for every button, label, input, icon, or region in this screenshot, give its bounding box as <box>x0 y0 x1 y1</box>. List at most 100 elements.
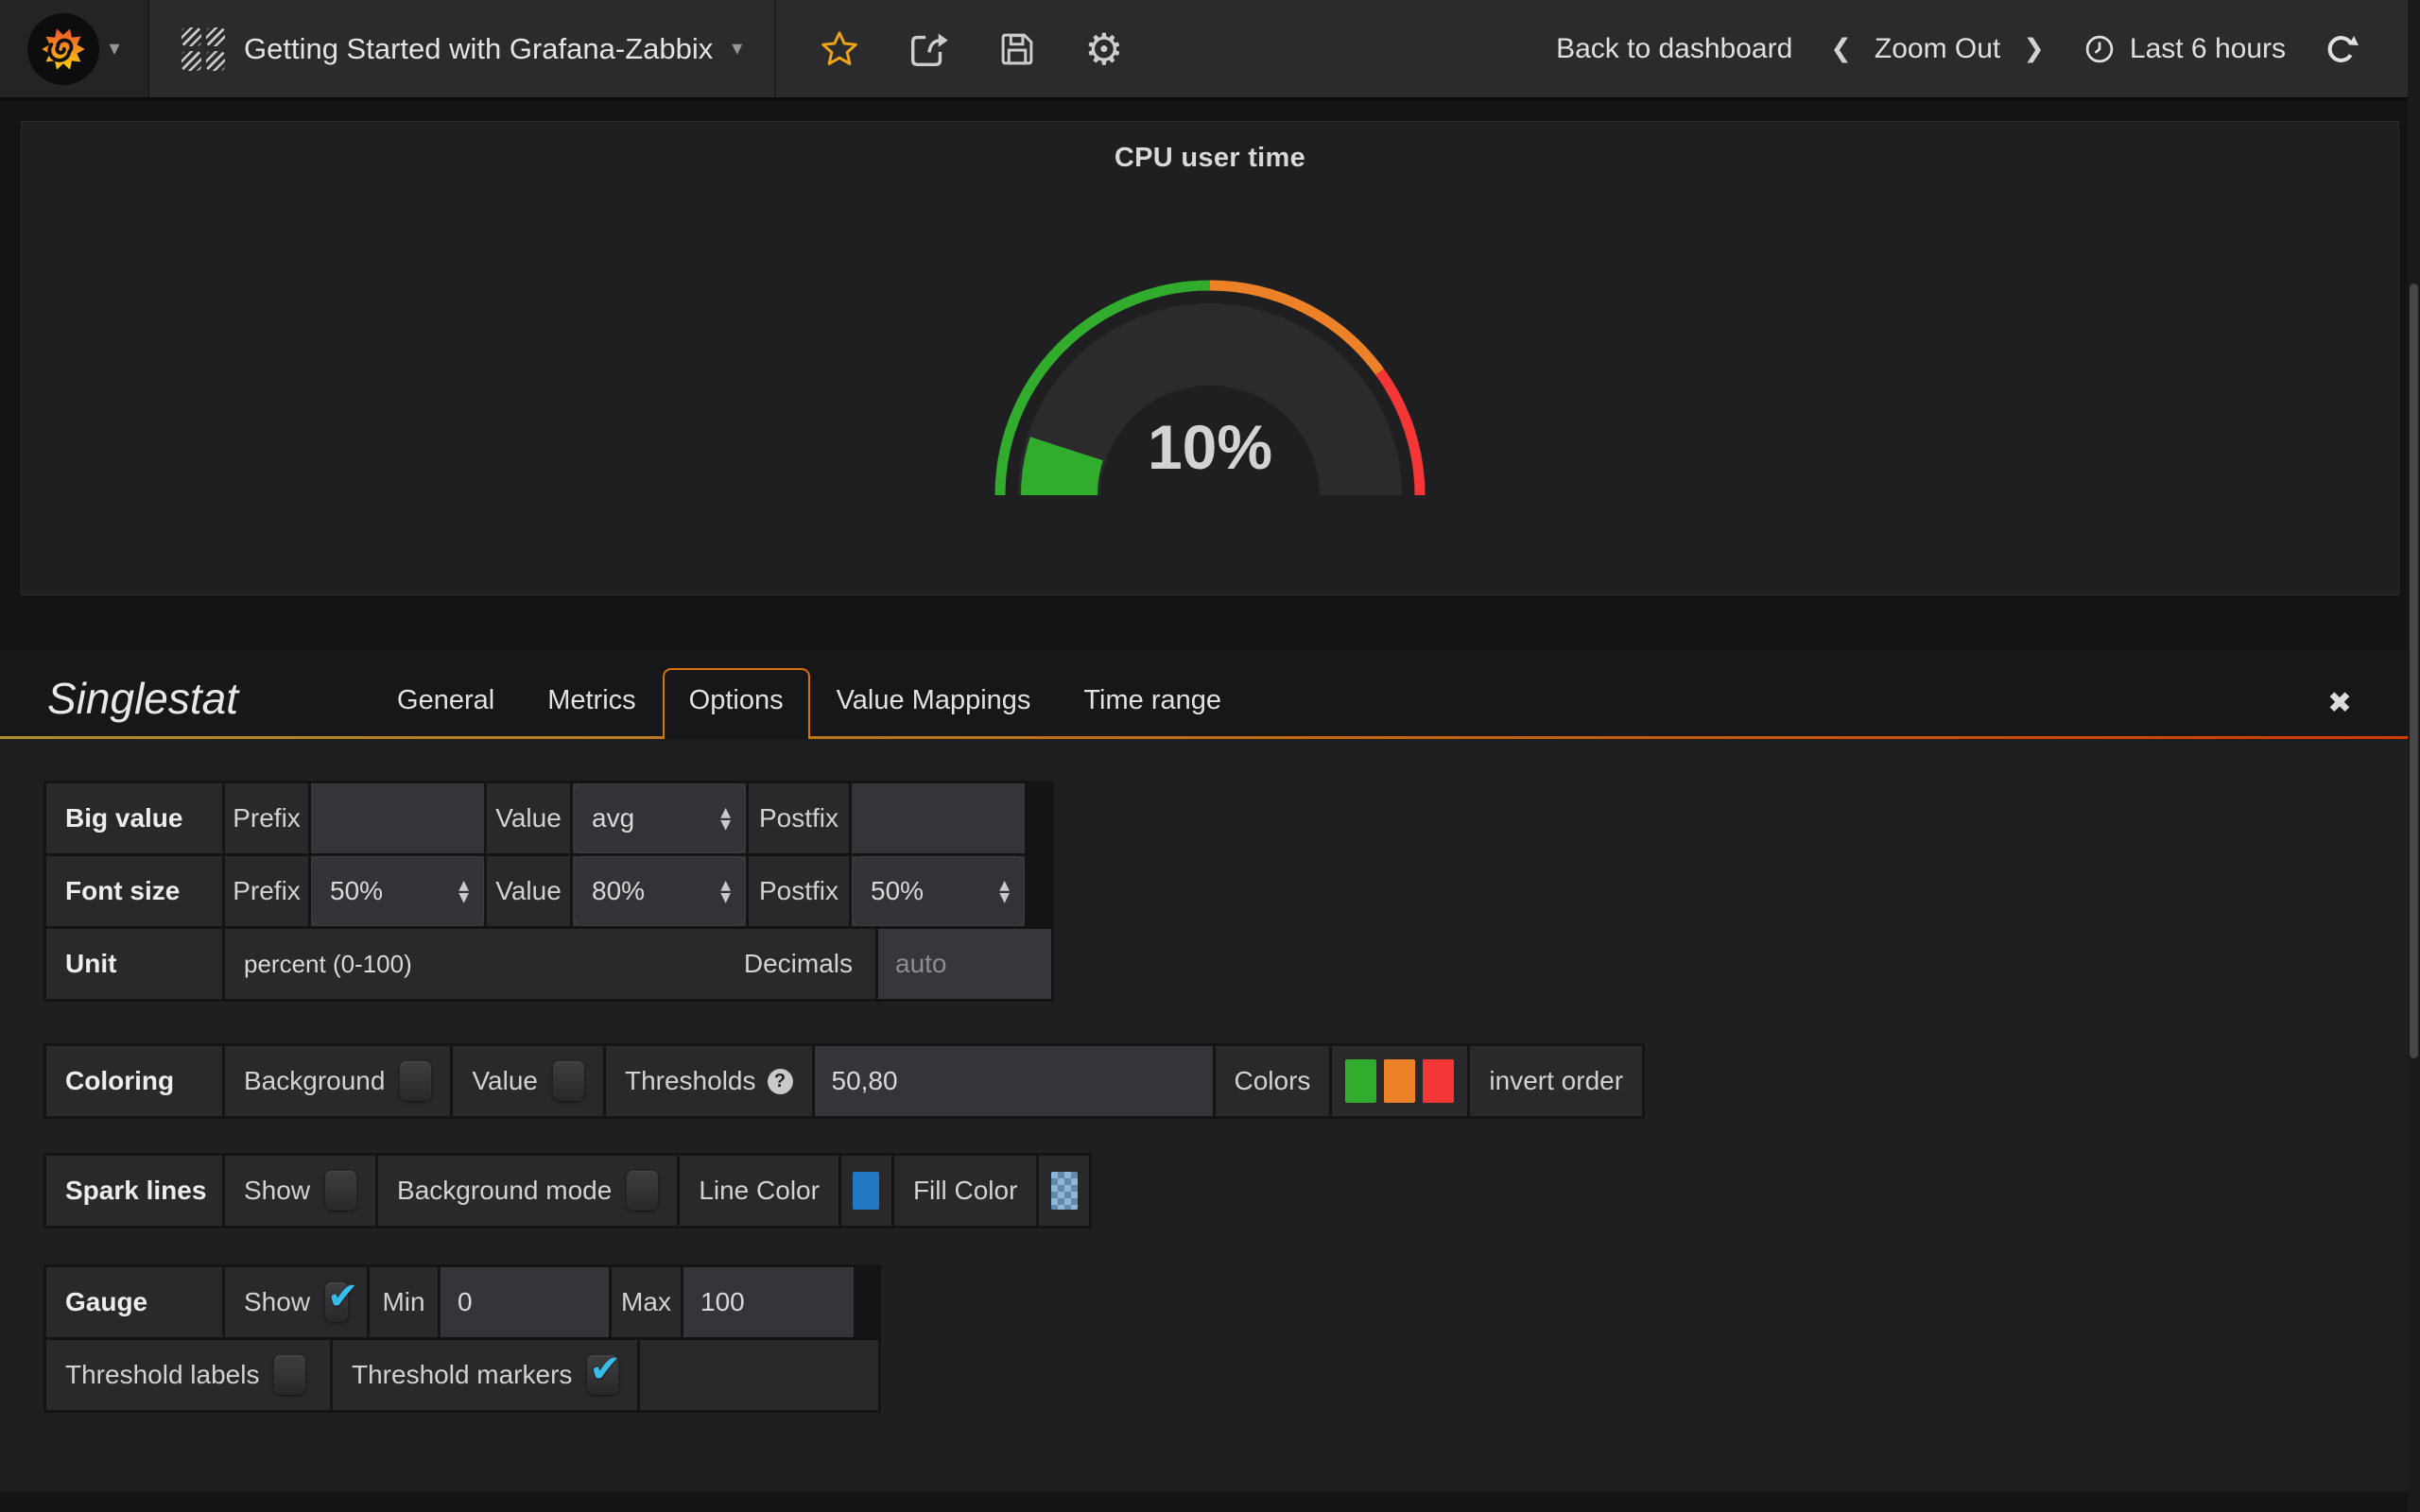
gauge-show-checkbox[interactable] <box>325 1282 348 1322</box>
settings-button[interactable]: ⚙ <box>1084 27 1123 71</box>
min-label: Min <box>370 1267 438 1337</box>
big-value-row: Big value Prefix Value avg ▲▼ Postfix <box>46 783 1051 853</box>
threshold-color-swatch-orange[interactable] <box>1384 1059 1415 1103</box>
value-label: Value <box>487 856 570 926</box>
show-label: Show <box>244 1176 310 1206</box>
gauge-section: Gauge Show Min Max Threshold labels Thre… <box>43 1264 881 1413</box>
threshold-markers-label: Threshold markers <box>352 1360 572 1390</box>
editor-panel-type: Singlestat <box>47 673 238 739</box>
gauge-show-label: Show <box>244 1287 310 1317</box>
select-arrows-icon: ▲▼ <box>999 880 1010 903</box>
back-to-dashboard-button[interactable]: Back to dashboard <box>1556 33 1792 65</box>
prefix-label: Prefix <box>225 783 308 853</box>
postfix-label: Postfix <box>749 856 849 926</box>
unit-picker[interactable]: percent (0-100) <box>244 950 412 979</box>
postfix-label: Postfix <box>749 783 849 853</box>
chevron-down-icon: ▾ <box>732 37 742 60</box>
refresh-button[interactable] <box>2324 31 2360 67</box>
color-swatches <box>1332 1046 1467 1116</box>
big-value-label: Big value <box>46 783 222 853</box>
postfix-font-size-select[interactable]: 50% ▲▼ <box>852 856 1025 926</box>
time-picker-button[interactable]: Last 6 hours <box>2083 32 2286 66</box>
spark-lines-section: Spark lines Show Background mode Line Co… <box>43 1153 1092 1228</box>
zoom-out-button[interactable]: Zoom Out <box>1875 33 2000 65</box>
invert-order-button[interactable]: invert order <box>1470 1046 1642 1116</box>
navbar-actions: ⚙ <box>776 0 1167 97</box>
threshold-labels-checkbox[interactable] <box>274 1355 305 1395</box>
select-arrows-icon: ▲▼ <box>458 880 469 903</box>
unit-label: Unit <box>46 929 222 999</box>
value-options-section: Big value Prefix Value avg ▲▼ Postfix Fo… <box>43 781 1054 1002</box>
star-button[interactable] <box>820 29 859 69</box>
tab-metrics[interactable]: Metrics <box>521 668 662 739</box>
help-icon[interactable] <box>768 1069 793 1094</box>
tab-time-range[interactable]: Time range <box>1057 668 1248 739</box>
max-label: Max <box>612 1267 681 1337</box>
time-shift-forward-icon[interactable]: ❯ <box>2023 34 2045 63</box>
save-button[interactable] <box>997 29 1037 69</box>
navbar-right: Back to dashboard ❮ Zoom Out ❯ Last 6 ho… <box>1556 0 2420 97</box>
min-input[interactable] <box>441 1267 609 1337</box>
prefix-label: Prefix <box>225 856 308 926</box>
coloring-section: Coloring Background Value Thresholds Col… <box>43 1043 1645 1119</box>
background-checkbox[interactable] <box>400 1061 431 1101</box>
navbar: ▾ Getting Started with Grafana-Zabbix ▾ … <box>0 0 2420 100</box>
options-tab-content: Big value Prefix Value avg ▲▼ Postfix Fo… <box>0 739 2420 1491</box>
threshold-labels-label: Threshold labels <box>65 1360 259 1390</box>
spark-lines-row: Spark lines Show Background mode Line Co… <box>46 1156 1089 1226</box>
empty-cell <box>640 1340 878 1410</box>
fill-color-label: Fill Color <box>894 1156 1036 1226</box>
background-label: Background <box>244 1066 385 1096</box>
time-shift-back-icon[interactable]: ❮ <box>1830 34 1852 63</box>
panel-title[interactable]: CPU user time <box>1115 143 1305 174</box>
dashboard-title-button[interactable]: Getting Started with Grafana-Zabbix ▾ <box>149 0 776 97</box>
background-mode-label: Background mode <box>397 1176 612 1206</box>
gauge-chart: 10% <box>988 204 1432 521</box>
max-input[interactable] <box>683 1267 854 1337</box>
unit-row: Unit percent (0-100) Decimals <box>46 929 1051 999</box>
gear-icon: ⚙ <box>1084 27 1123 71</box>
big-value-postfix-input[interactable] <box>852 783 1025 853</box>
value-label: Value <box>487 783 570 853</box>
gauge-row: Gauge Show Min Max <box>46 1267 878 1337</box>
tab-options[interactable]: Options <box>663 668 810 739</box>
grafana-logo <box>27 13 99 85</box>
colors-label: Colors <box>1216 1046 1330 1116</box>
clock-icon <box>2083 32 2117 66</box>
font-size-row: Font size Prefix 50% ▲▼ Value 80% ▲▼ Pos… <box>46 856 1051 926</box>
editor-tabbar: Singlestat General Metrics Options Value… <box>0 650 2420 739</box>
tab-value-mappings[interactable]: Value Mappings <box>810 668 1058 739</box>
big-value-prefix-input[interactable] <box>311 783 484 853</box>
background-mode-checkbox[interactable] <box>627 1171 658 1211</box>
line-color-label: Line Color <box>680 1156 838 1226</box>
svg-text:10%: 10% <box>1148 412 1272 482</box>
select-arrows-icon: ▲▼ <box>720 880 731 903</box>
value-checkbox[interactable] <box>553 1061 584 1101</box>
spark-lines-label: Spark lines <box>46 1156 222 1226</box>
time-range-label: Last 6 hours <box>2130 33 2286 65</box>
threshold-markers-checkbox[interactable] <box>587 1355 618 1395</box>
refresh-icon <box>2324 31 2360 67</box>
close-editor-button[interactable]: ✖ <box>2327 686 2352 739</box>
panel-editor: Singlestat General Metrics Options Value… <box>0 650 2420 1491</box>
prefix-font-size-select[interactable]: 50% ▲▼ <box>311 856 484 926</box>
scrollbar-thumb[interactable] <box>2410 284 2418 1058</box>
decimals-input[interactable] <box>878 929 1051 999</box>
coloring-row: Coloring Background Value Thresholds Col… <box>46 1046 1642 1116</box>
value-stat-select[interactable]: avg ▲▼ <box>573 783 746 853</box>
thresholds-input[interactable] <box>815 1046 1213 1116</box>
grafana-menu-button[interactable]: ▾ <box>0 0 149 97</box>
threshold-color-swatch-red[interactable] <box>1423 1059 1454 1103</box>
page-scrollbar[interactable] <box>2408 0 2420 1512</box>
fill-color-swatch[interactable] <box>1051 1172 1078 1210</box>
select-arrows-icon: ▲▼ <box>720 807 731 831</box>
line-color-swatch[interactable] <box>853 1172 879 1210</box>
threshold-color-swatch-green[interactable] <box>1345 1059 1376 1103</box>
dashboard-title: Getting Started with Grafana-Zabbix <box>244 32 713 66</box>
threshold-options-row: Threshold labels Threshold markers <box>46 1340 878 1410</box>
sparkline-show-checkbox[interactable] <box>325 1171 356 1211</box>
thresholds-label: Thresholds <box>625 1066 756 1096</box>
share-button[interactable] <box>907 27 950 71</box>
tab-general[interactable]: General <box>371 668 521 739</box>
value-font-size-select[interactable]: 80% ▲▼ <box>573 856 746 926</box>
